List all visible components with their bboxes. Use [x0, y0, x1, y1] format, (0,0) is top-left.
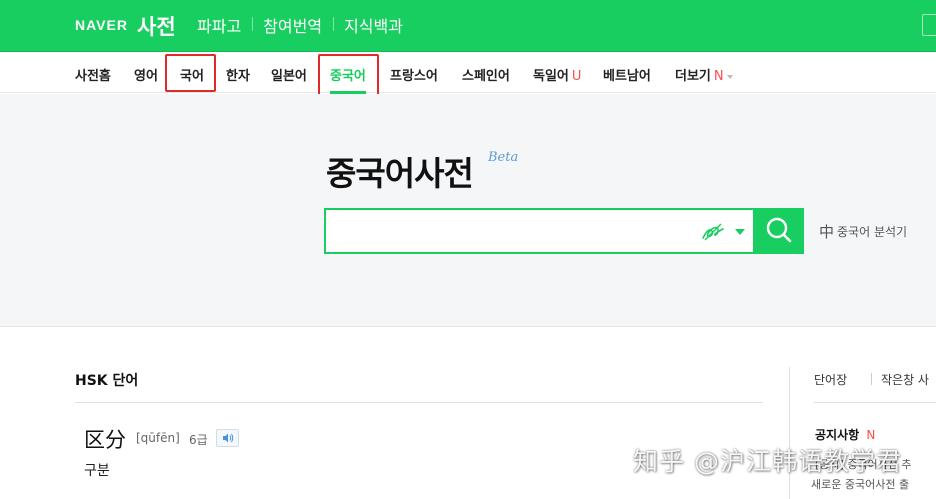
new-badge: N [713, 69, 724, 84]
search-button[interactable] [755, 208, 804, 254]
zhihu-watermark: 知乎 @沪江韩语教学君 [633, 447, 902, 476]
lang-tab-more[interactable]: 더보기 N [675, 65, 733, 84]
search-section: 중국어사전 Beta 中 중국어 분석기 [0, 94, 936, 327]
highlight-box-chinese [318, 54, 379, 99]
search-input[interactable] [326, 210, 686, 252]
sidebar-divider [789, 367, 790, 499]
lang-tab-more-label: 더보기 [675, 69, 711, 84]
chinese-char-icon: 中 [819, 223, 835, 241]
menu-button[interactable] [922, 14, 936, 36]
page-title: 중국어사전 [326, 154, 474, 193]
lang-tab-hanja[interactable]: 한자 [226, 65, 250, 84]
input-options-dropdown-icon[interactable] [735, 229, 745, 235]
hsk-section-title: HSK 단어 [75, 373, 139, 389]
lang-tab-japanese[interactable]: 일본어 [271, 65, 307, 84]
top-link-translation[interactable]: 참여번역 [252, 13, 333, 37]
language-nav: 사전홈 영어 국어 한자 일본어 중국어 프랑스어 스페인어 독일어 U 베트남어… [0, 53, 936, 99]
hsk-pinyin: [qūfēn] [136, 431, 180, 445]
lang-tab-dict-home[interactable]: 사전홈 [75, 65, 111, 84]
update-badge: U [571, 69, 582, 84]
top-link-papago[interactable]: 파파고 [186, 13, 252, 37]
lang-tab-english[interactable]: 영어 [134, 65, 158, 84]
chinese-analyzer-link[interactable]: 中 중국어 분석기 [819, 221, 907, 242]
mini-window-link[interactable]: 작은창 사 [871, 371, 929, 388]
wordbook-link[interactable]: 단어장 [814, 371, 847, 388]
lang-tab-spanish[interactable]: 스페인어 [462, 65, 510, 84]
notice-item[interactable]: 새로운 중국어사전 출 [811, 476, 909, 492]
service-title[interactable]: 사전 [137, 11, 176, 41]
notice-title-label: 공지사항 [815, 428, 860, 442]
sidebar-line [814, 402, 936, 403]
lang-tab-german-label: 독일어 [533, 69, 569, 84]
naver-dictionary-page: NAVER 사전 파파고 참여번역 지식백과 사전홈 영어 국어 한자 일본어 … [0, 0, 936, 499]
hsk-level: 6급 [189, 433, 208, 447]
lang-tab-vietnamese[interactable]: 베트남어 [603, 65, 651, 84]
section-divider [75, 402, 763, 403]
top-links: 파파고 참여번역 지식백과 [186, 13, 414, 37]
lang-tab-german[interactable]: 독일어 U [533, 65, 581, 84]
search-box [324, 208, 755, 254]
speaker-icon [223, 433, 234, 443]
notice-title: 공지사항 N [815, 426, 875, 443]
lang-tab-french[interactable]: 프랑스어 [390, 65, 438, 84]
handwriting-input-icon[interactable] [701, 222, 725, 242]
top-header: NAVER 사전 파파고 참여번역 지식백과 [0, 0, 936, 52]
pronunciation-button[interactable] [216, 429, 239, 447]
naver-logo[interactable]: NAVER [75, 17, 128, 33]
highlight-box-korean [165, 54, 216, 92]
hsk-word[interactable]: 区分 [84, 424, 126, 454]
beta-label: Beta [488, 150, 519, 165]
analyzer-label: 중국어 분석기 [837, 225, 908, 239]
notice-new-badge: N [866, 428, 876, 442]
search-icon [766, 217, 792, 243]
top-link-encyclopedia[interactable]: 지식백과 [333, 13, 414, 37]
chevron-down-icon [726, 74, 733, 79]
hsk-meaning: 구분 [84, 463, 110, 479]
